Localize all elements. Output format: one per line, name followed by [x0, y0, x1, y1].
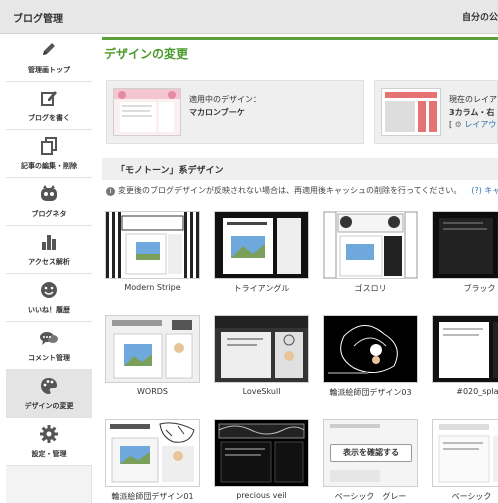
sidebar-item-label: 管理画トップ: [28, 66, 70, 74]
design-thumbnail[interactable]: [432, 419, 498, 487]
sidebar-item-admin-top[interactable]: 管理画トップ: [6, 34, 92, 82]
page-title: デザインの変更: [104, 47, 189, 61]
sidebar-item-label: ブログネタ: [31, 210, 67, 218]
notice-text: 変更後のブログデザインが反映されない場合は、再適用後キャッシュの削除を行ってくだ…: [118, 186, 462, 195]
current-design-panel: 適用中のデザイン： マカロンブーケ: [106, 80, 364, 144]
main-content: デザインの変更 適用中のデザイン： マカロンブーケ 現在のレイア 3カラム・右 …: [96, 34, 498, 503]
sidebar-item-label: 設定・管理: [31, 450, 67, 458]
own-blog-link[interactable]: 自分の公: [462, 10, 498, 23]
sidebar-item-label: ブログを書く: [28, 114, 70, 122]
sidebar-item-analytics[interactable]: アクセス解析: [6, 226, 92, 274]
current-layout-value: 3カラム・右: [449, 108, 495, 117]
info-icon: i: [106, 187, 115, 196]
design-name: 輪派絵師団デザイン01: [111, 492, 194, 501]
design-name: #020_splas: [456, 387, 498, 396]
sidebar-item-label: デザインの変更: [24, 402, 74, 410]
gear-icon: [40, 425, 58, 443]
pencil-icon: [43, 43, 55, 55]
current-layout-thumbnail: [381, 88, 441, 136]
sidebar: 管理画トップ ブログを書く 記事の編集・削除 ブログネタ アクセス解析 いいね！…: [6, 34, 92, 503]
design-thumbnail[interactable]: [432, 315, 498, 383]
sidebar-item-write[interactable]: ブログを書く: [6, 82, 92, 130]
design-thumbnail[interactable]: [323, 211, 418, 279]
preview-confirm-button[interactable]: 表示を確認する: [330, 444, 412, 462]
cache-help-link-text: キャッ: [484, 186, 498, 195]
design-name: ベーシック グレー: [334, 492, 407, 501]
design-thumbnail[interactable]: [105, 211, 200, 279]
section-title-text: 「モノトーン」系デザイン: [116, 166, 224, 176]
help-icon: (?): [471, 186, 482, 195]
cache-notice: i 変更後のブログデザインが反映されない場合は、再適用後キャッシュの削除を行ってく…: [106, 185, 498, 196]
design-thumbnail[interactable]: [214, 211, 309, 279]
title-accent-line: [102, 37, 498, 40]
sidebar-item-likes-history[interactable]: いいね！履歴: [6, 274, 92, 322]
layout-change-link[interactable]: レイアウ: [464, 120, 496, 129]
sidebar-item-edit-articles[interactable]: 記事の編集・削除: [6, 130, 92, 178]
top-bar: ブログ管理 自分の公: [0, 0, 498, 34]
design-thumbnail[interactable]: 表示を確認する: [323, 419, 418, 487]
section-title: 「モノトーン」系デザイン: [102, 158, 498, 180]
sidebar-item-label: いいね！履歴: [28, 306, 70, 314]
design-name: ベーシック ブ: [451, 492, 498, 501]
design-name: ブラック: [463, 284, 496, 293]
write-icon: [41, 91, 57, 106]
sidebar-item-label: コメント管理: [28, 354, 70, 362]
current-design-name: マカロンブーケ: [189, 108, 245, 117]
bracket: [: [449, 120, 453, 129]
bar-chart-icon: [42, 235, 56, 250]
app-title: ブログ管理: [13, 14, 63, 25]
design-thumbnail[interactable]: [105, 315, 200, 383]
design-name: トライアングル: [233, 284, 290, 293]
cache-help-link[interactable]: (?) キャッ: [471, 186, 498, 195]
comment-icon: [40, 332, 58, 345]
documents-icon: [41, 137, 57, 155]
design-name: 輪派絵師団デザイン03: [329, 388, 412, 397]
design-thumbnail[interactable]: [323, 315, 418, 383]
sidebar-item-blog-neta[interactable]: ブログネタ: [6, 178, 92, 226]
design-thumbnail[interactable]: [214, 419, 309, 487]
design-name: precious veil: [236, 491, 287, 500]
sidebar-item-comments[interactable]: コメント管理: [6, 322, 92, 370]
design-thumbnail[interactable]: [214, 315, 309, 383]
smile-icon: [41, 282, 57, 298]
sidebar-item-label: 記事の編集・削除: [21, 162, 77, 170]
layout-change-link-wrap: [ ⚙ レイアウ: [449, 119, 496, 130]
face-icon: [41, 185, 57, 201]
sidebar-item-label: アクセス解析: [28, 258, 70, 266]
current-layout-panel: 現在のレイア 3カラム・右 [ ⚙ レイアウ: [374, 80, 498, 144]
design-name: Modern Stripe: [124, 283, 181, 292]
design-name: LoveSkull: [242, 387, 281, 396]
sidebar-item-design[interactable]: デザインの変更: [6, 370, 92, 418]
sidebar-item-settings[interactable]: 設定・管理: [6, 418, 92, 466]
gear-icon: ⚙: [454, 120, 462, 129]
current-design-thumbnail[interactable]: [113, 88, 181, 136]
current-design-label: 適用中のデザイン：: [189, 95, 261, 104]
design-thumbnail[interactable]: [432, 211, 498, 279]
current-layout-label: 現在のレイア: [449, 95, 497, 104]
design-name: ゴスロリ: [354, 284, 387, 293]
palette-icon: [41, 378, 57, 394]
design-name: WORDS: [136, 387, 168, 396]
design-thumbnail[interactable]: [105, 419, 200, 487]
